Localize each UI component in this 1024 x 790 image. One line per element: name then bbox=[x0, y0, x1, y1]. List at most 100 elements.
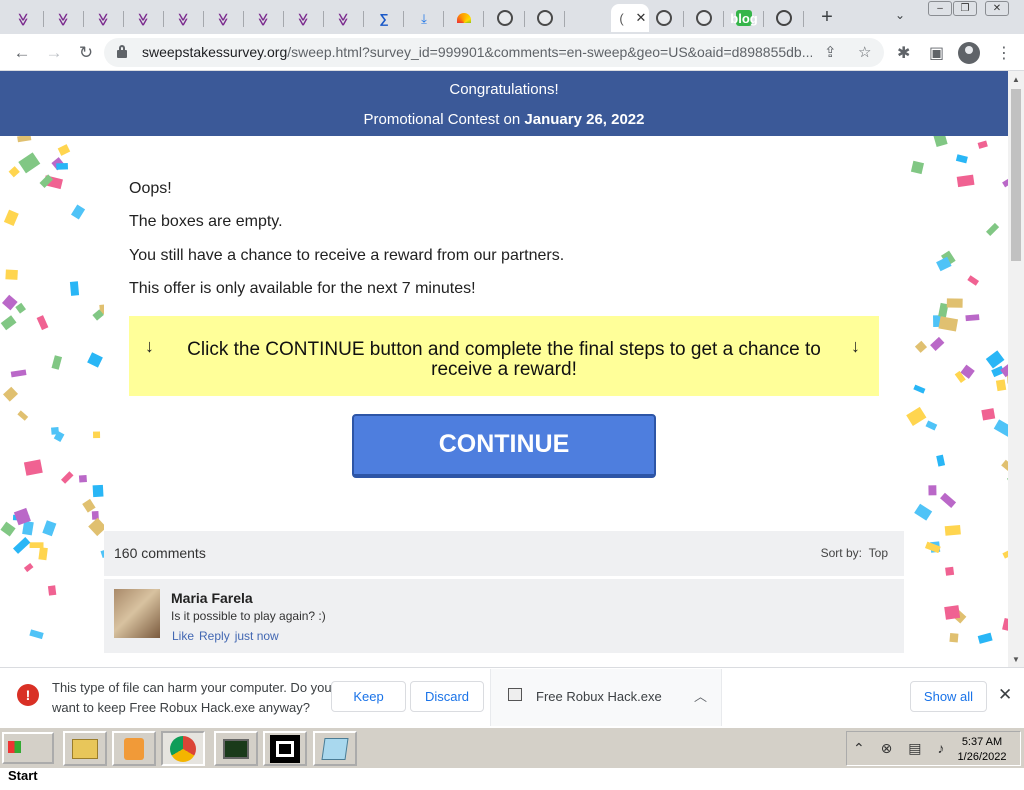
url-text[interactable]: sweepstakessurvey.org/sweep.html?survey_… bbox=[142, 44, 812, 60]
browser-tab[interactable] bbox=[684, 4, 724, 32]
reload-button[interactable]: ↻ bbox=[74, 41, 98, 65]
tray-icons[interactable]: ⌃ ⊗ ▤ ♪ bbox=[853, 740, 950, 757]
profile-avatar-icon[interactable] bbox=[958, 42, 980, 64]
forward-button[interactable]: → bbox=[42, 41, 66, 65]
browser-tab[interactable]: ≫ bbox=[84, 4, 124, 32]
tab-separator bbox=[564, 11, 565, 27]
scroll-up-icon[interactable]: ▲ bbox=[1012, 75, 1020, 84]
extensions-puzzle-icon[interactable]: ✱ bbox=[897, 43, 910, 63]
browser-tab[interactable]: ≫ bbox=[284, 4, 324, 32]
comments-header: 160 comments Sort by: Top bbox=[104, 531, 904, 576]
clock[interactable]: 5:37 AM 1/26/2022 bbox=[952, 735, 1012, 765]
show-all-button[interactable]: Show all bbox=[910, 681, 987, 712]
browser-tab[interactable] bbox=[525, 4, 565, 32]
browser-tab[interactable]: ≫ bbox=[244, 4, 284, 32]
chevron-favicon-icon: ≫ bbox=[256, 12, 272, 24]
banner-date: January 26, 2022 bbox=[524, 111, 645, 128]
media-player-app[interactable] bbox=[112, 731, 156, 766]
keep-button[interactable]: Keep bbox=[331, 681, 406, 712]
confetti-piece bbox=[78, 474, 87, 483]
confetti-piece bbox=[914, 340, 928, 353]
comment-text: Is it possible to play again? :) bbox=[171, 609, 326, 623]
confetti-piece bbox=[56, 162, 69, 170]
browser-tab[interactable] bbox=[644, 4, 684, 32]
download-bar: ! This type of file can harm your comput… bbox=[0, 667, 1024, 726]
file-explorer-app[interactable] bbox=[63, 731, 107, 766]
confetti-piece bbox=[93, 431, 101, 439]
message-oops: Oops! bbox=[129, 180, 172, 197]
chrome-icon bbox=[170, 735, 196, 762]
download-warning-text: This type of file can harm your computer… bbox=[52, 680, 332, 715]
vertical-scrollbar[interactable]: ▲ ▼ bbox=[1008, 71, 1024, 667]
bookmark-star-icon[interactable]: ☆ bbox=[858, 43, 871, 61]
restore-button[interactable]: ❐ bbox=[953, 1, 977, 16]
comment-time[interactable]: just now bbox=[235, 629, 279, 643]
browser-tab[interactable] bbox=[444, 4, 484, 32]
browser-toolbar: ← → ↻ sweepstakessurvey.org/sweep.html?s… bbox=[0, 34, 1024, 71]
confetti-piece bbox=[967, 275, 980, 286]
browser-tab[interactable]: blog bbox=[724, 4, 764, 32]
menu-kebab-icon[interactable]: ⋮ bbox=[996, 43, 1012, 63]
confetti-piece bbox=[985, 222, 1000, 237]
confetti-piece bbox=[944, 524, 961, 536]
back-button[interactable]: ← bbox=[10, 41, 34, 65]
browser-tab[interactable]: ∑ bbox=[364, 4, 404, 32]
browser-tab[interactable]: ≫ bbox=[4, 4, 44, 32]
browser-tab[interactable]: ≫ bbox=[124, 4, 164, 32]
notice-box: ↓ Click the CONTINUE button and complete… bbox=[129, 316, 879, 396]
scroll-thumb[interactable] bbox=[1011, 89, 1021, 261]
discard-button[interactable]: Discard bbox=[410, 681, 484, 712]
sort-value[interactable]: Top bbox=[869, 546, 888, 560]
close-window-button[interactable]: ✕ bbox=[985, 1, 1009, 16]
scroll-down-icon[interactable]: ▼ bbox=[1012, 655, 1020, 664]
lock-icon[interactable] bbox=[116, 45, 128, 58]
confetti-piece bbox=[945, 566, 955, 576]
blog-favicon-icon: blog bbox=[730, 10, 758, 26]
confetti-piece bbox=[938, 316, 959, 332]
message-chance: You still have a chance to receive a rew… bbox=[129, 247, 565, 264]
browser-tab[interactable]: ≫ bbox=[164, 4, 204, 32]
address-bar[interactable]: sweepstakessurvey.org/sweep.html?survey_… bbox=[104, 38, 884, 67]
comment-author[interactable]: Maria Farela bbox=[171, 590, 253, 606]
confetti-piece bbox=[936, 454, 946, 467]
confetti-piece bbox=[3, 209, 19, 226]
confetti-piece bbox=[2, 386, 19, 402]
download-item[interactable]: Free Robux Hack.exe ︿ bbox=[490, 669, 722, 726]
sort-control[interactable]: Sort by: Top bbox=[821, 546, 888, 560]
side-panel-icon[interactable]: ▣ bbox=[929, 43, 944, 63]
chevron-favicon-icon: ≫ bbox=[96, 12, 112, 24]
chevron-favicon-icon: ≫ bbox=[216, 12, 232, 24]
confetti-piece bbox=[985, 350, 1005, 369]
chevron-up-icon[interactable]: ︿ bbox=[694, 686, 707, 705]
windows-flag-icon bbox=[8, 741, 21, 753]
confetti-piece bbox=[92, 484, 104, 498]
continue-button[interactable]: CONTINUE bbox=[352, 414, 656, 478]
browser-tab[interactable] bbox=[485, 4, 525, 32]
like-link[interactable]: Like bbox=[172, 629, 194, 643]
share-icon[interactable]: ⇪ bbox=[824, 43, 837, 61]
confetti-piece bbox=[17, 410, 29, 421]
tab-strip: ≫ ≫ ≫ ≫ ≫ ≫ ≫ ≫ ≫ ∑ ⤓(✕ blog + ⌄ – ❐ ✕ bbox=[0, 0, 1024, 34]
browser-tab[interactable]: ⤓ bbox=[404, 4, 444, 32]
tab-search-chevron-icon[interactable]: ⌄ bbox=[895, 8, 905, 22]
confetti-piece bbox=[914, 503, 933, 521]
browser-tab[interactable]: ≫ bbox=[324, 4, 364, 32]
amd-app[interactable] bbox=[263, 731, 307, 766]
minimize-button[interactable]: – bbox=[928, 1, 952, 16]
browser-tab[interactable]: ≫ bbox=[204, 4, 244, 32]
chrome-app[interactable] bbox=[161, 731, 205, 766]
download-favicon-icon: ⤓ bbox=[421, 10, 427, 26]
confetti-piece bbox=[944, 605, 961, 620]
start-button[interactable]: Start bbox=[2, 732, 54, 783]
chevron-favicon-icon: ≫ bbox=[16, 12, 32, 24]
download-file-name[interactable]: Free Robux Hack.exe bbox=[536, 689, 662, 704]
browser-tab[interactable]: ≫ bbox=[44, 4, 84, 32]
browser-tab[interactable] bbox=[764, 4, 804, 32]
task-manager-app[interactable] bbox=[214, 731, 258, 766]
confetti-piece bbox=[0, 521, 16, 537]
close-icon[interactable]: ✕ bbox=[998, 685, 1012, 705]
confetti-piece bbox=[5, 269, 18, 280]
notepad-app[interactable] bbox=[313, 731, 357, 766]
reply-link[interactable]: Reply bbox=[199, 629, 230, 643]
new-tab-button[interactable]: + bbox=[815, 6, 839, 28]
